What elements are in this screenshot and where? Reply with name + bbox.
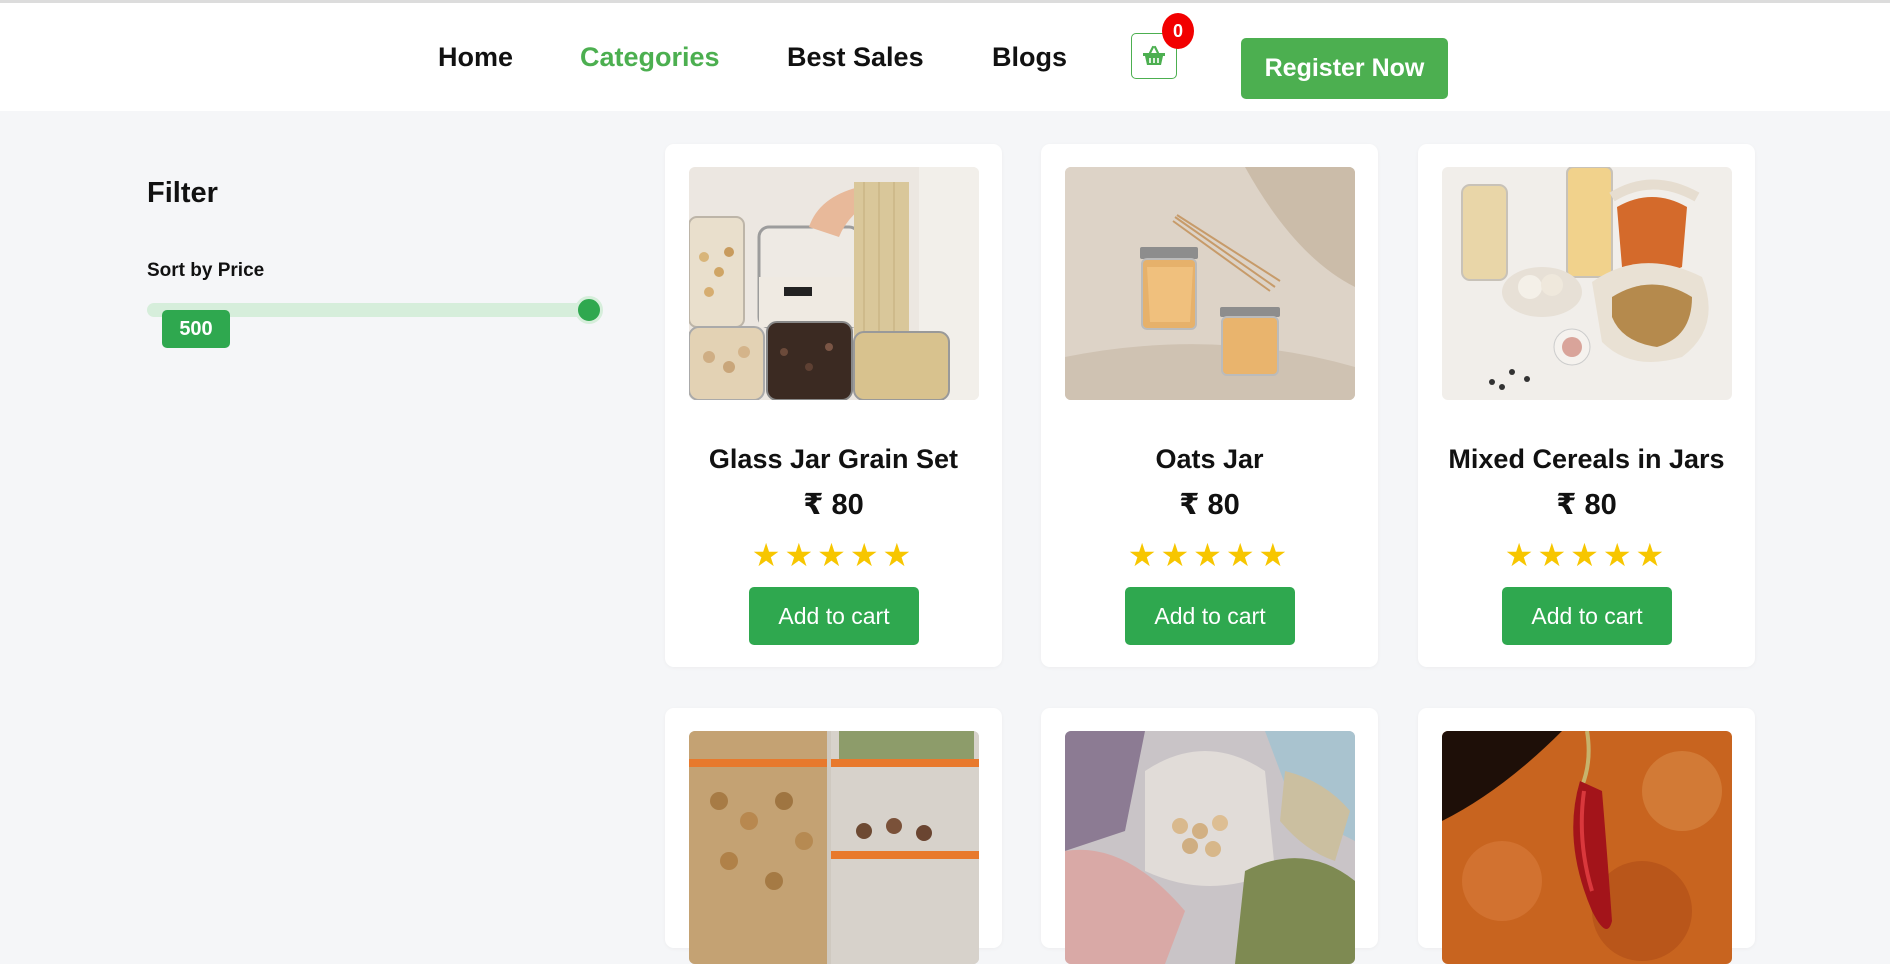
navbar: Home Categories Best Sales Blogs 0 Regis… — [0, 3, 1890, 111]
product-card: Glass Jar Grain Set ₹ 80 ★★★★★ Add to ca… — [665, 144, 1002, 667]
nav-link-categories[interactable]: Categories — [580, 42, 720, 73]
add-to-cart-button[interactable]: Add to cart — [1502, 587, 1672, 645]
product-card — [1418, 708, 1755, 964]
product-price: ₹ 80 — [1556, 489, 1617, 521]
product-card — [1041, 708, 1378, 964]
product-price: ₹ 80 — [1179, 489, 1240, 521]
filter-title: Filter — [147, 177, 218, 209]
product-image[interactable] — [1442, 731, 1732, 964]
product-image[interactable] — [689, 167, 979, 400]
sort-by-price-label: Sort by Price — [147, 260, 265, 281]
product-name: Mixed Cereals in Jars — [1448, 444, 1725, 474]
nav-link-home[interactable]: Home — [438, 42, 513, 73]
add-to-cart-button[interactable]: Add to cart — [1125, 587, 1295, 645]
basket-icon — [1143, 45, 1165, 65]
rating-stars: ★★★★★ — [1127, 537, 1292, 573]
cart-count-badge: 0 — [1162, 13, 1194, 49]
product-card — [665, 708, 1002, 964]
rating-stars: ★★★★★ — [751, 537, 916, 573]
price-slider-value: 500 — [162, 310, 230, 348]
product-image[interactable] — [689, 731, 979, 964]
product-image[interactable] — [1442, 167, 1732, 400]
product-card: Oats Jar ₹ 80 ★★★★★ Add to cart — [1041, 144, 1378, 667]
price-slider-thumb[interactable] — [575, 296, 603, 324]
product-image[interactable] — [1065, 167, 1355, 400]
product-name: Glass Jar Grain Set — [708, 444, 959, 474]
rating-stars: ★★★★★ — [1504, 537, 1669, 573]
nav-link-blogs[interactable]: Blogs — [992, 42, 1067, 73]
register-now-button[interactable]: Register Now — [1241, 38, 1448, 99]
product-card: Mixed Cereals in Jars ₹ 80 ★★★★★ Add to … — [1418, 144, 1755, 667]
product-name: Oats Jar — [1155, 444, 1264, 474]
product-price: ₹ 80 — [803, 489, 864, 521]
product-image[interactable] — [1065, 731, 1355, 964]
add-to-cart-button[interactable]: Add to cart — [749, 587, 919, 645]
nav-link-best-sales[interactable]: Best Sales — [787, 42, 924, 73]
